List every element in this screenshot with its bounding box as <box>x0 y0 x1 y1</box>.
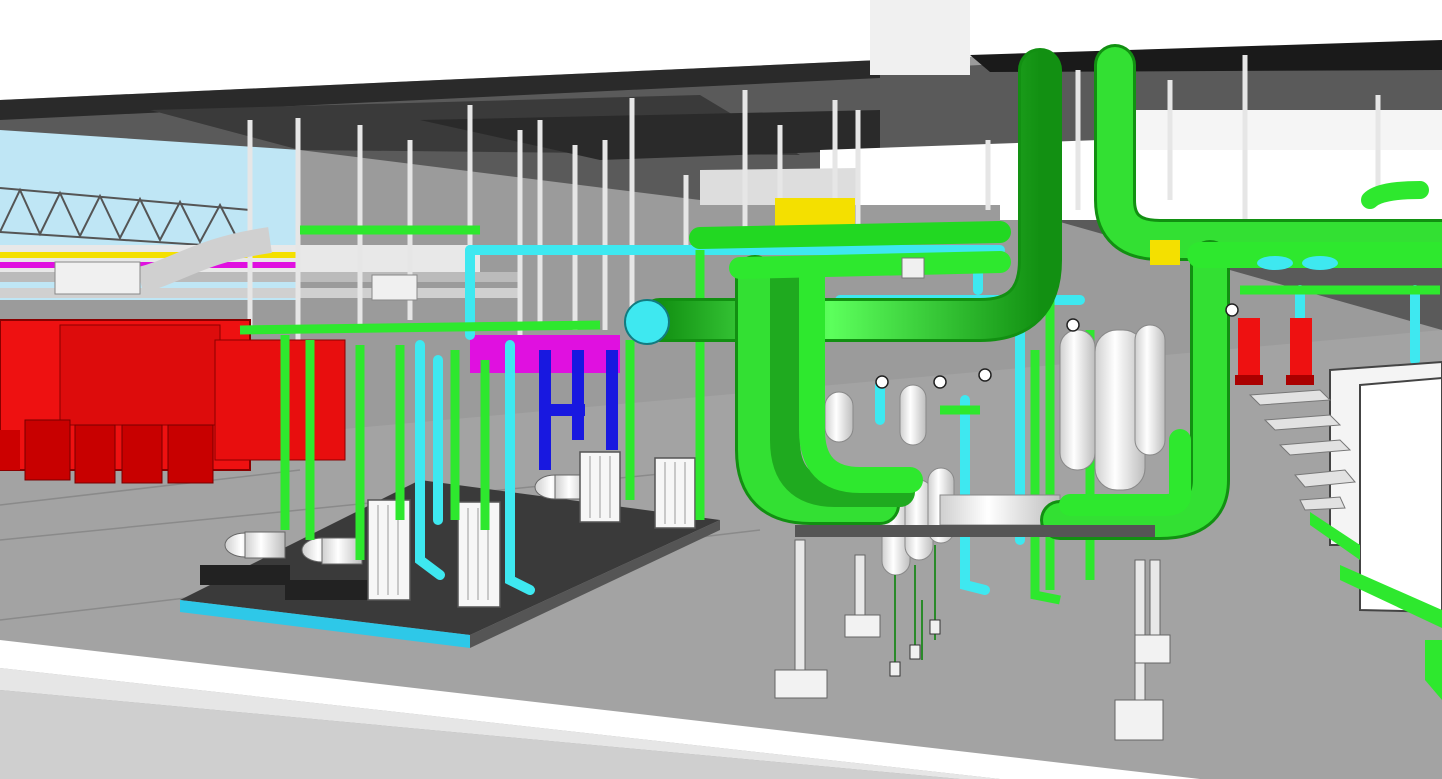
chiller-bank <box>0 319 346 484</box>
plant-room-render <box>0 0 1442 779</box>
yellow-duct <box>775 198 855 228</box>
scene-svg <box>0 0 1442 779</box>
